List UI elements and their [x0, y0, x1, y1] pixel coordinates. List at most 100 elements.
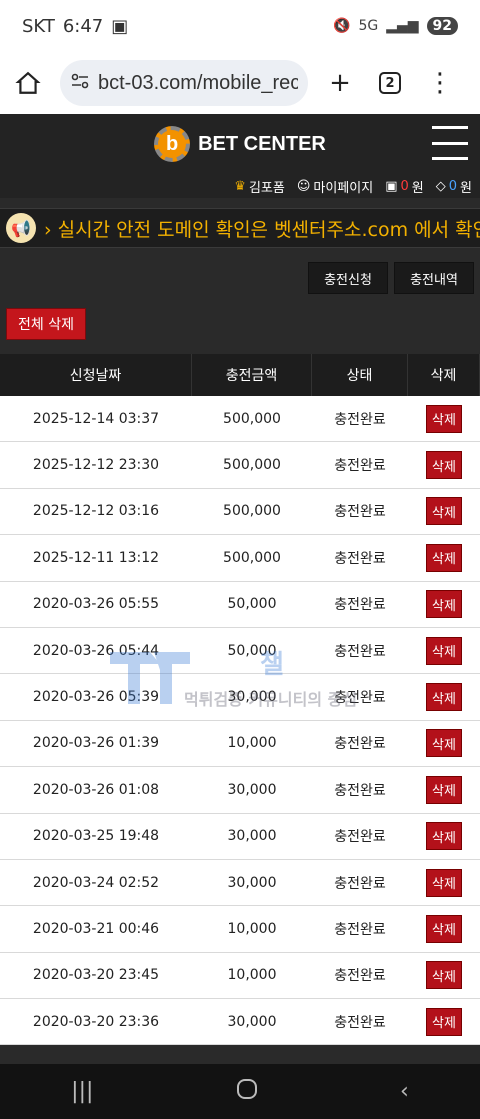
hamburger-menu-icon[interactable]: [432, 126, 468, 160]
cell-delete: 삭제: [408, 860, 480, 905]
cell-date: 2020-03-20 23:36: [32, 1013, 160, 1030]
diamond-icon: ◇: [435, 178, 446, 194]
cell-delete: 삭제: [408, 582, 480, 627]
cell-delete: 삭제: [408, 396, 480, 441]
delete-row-button[interactable]: 삭제: [426, 822, 462, 851]
cell-status: 충전완료: [334, 782, 386, 799]
home-icon[interactable]: [10, 65, 46, 101]
cell-amount: 50,000: [227, 642, 277, 659]
cell-date: 2020-03-26 01:08: [32, 781, 160, 798]
overflow-menu-icon[interactable]: ⋮: [422, 65, 458, 101]
charge-tabs: 충전신청 충전내역: [0, 248, 480, 308]
table-row: 2020-03-21 00:46 10,000 충전완료 삭제: [0, 906, 480, 953]
cell-status: 충전완료: [334, 458, 386, 475]
browser-toolbar: bct-03.com/mobile_rech + 2 ⋮: [0, 52, 480, 114]
cell-date: 2020-03-26 01:39: [32, 735, 160, 752]
delete-row-button[interactable]: 삭제: [426, 543, 462, 572]
table-row: 2020-03-25 19:48 30,000 충전완료 삭제: [0, 814, 480, 860]
brand-name: BET CENTER: [198, 132, 326, 155]
cell-amount: 10,000: [227, 967, 277, 984]
table-row: 2020-03-26 01:08 30,000 충전완료 삭제: [0, 767, 480, 814]
charge-request-button[interactable]: 충전신청: [308, 262, 388, 294]
mypage-label: 마이페이지: [313, 180, 374, 196]
logo-mark: b: [154, 126, 191, 162]
cell-delete: 삭제: [408, 535, 480, 580]
cell-date: 2025-12-12 03:16: [32, 503, 160, 520]
cell-status: 충전완료: [334, 597, 386, 614]
cell-status: 충전완료: [334, 550, 386, 567]
delete-row-button[interactable]: 삭제: [426, 590, 462, 619]
table-row: 2025-12-12 03:16 500,000 충전완료 삭제: [0, 489, 480, 536]
table-row: 2020-03-26 01:39 10,000 충전완료 삭제: [0, 721, 480, 768]
delete-row-button[interactable]: 삭제: [426, 451, 462, 480]
cell-delete: 삭제: [408, 721, 480, 766]
cell-delete: 삭제: [408, 674, 480, 719]
site-logo[interactable]: b BET CENTER: [154, 126, 326, 162]
mute-icon: 🔇: [333, 18, 351, 34]
cell-amount: 500,000: [223, 410, 281, 427]
cell-status: 충전완료: [334, 921, 386, 938]
cash-icon: ▣: [385, 178, 398, 194]
charge-history-button[interactable]: 충전내역: [394, 262, 474, 294]
cell-status: 충전완료: [334, 968, 386, 985]
site-settings-icon[interactable]: [70, 71, 90, 95]
recents-icon[interactable]: |||: [71, 1079, 93, 1104]
delete-row-button[interactable]: 삭제: [426, 775, 462, 804]
table-row: 2025-12-11 13:12 500,000 충전완료 삭제: [0, 535, 480, 582]
cell-status: 충전완료: [334, 411, 386, 428]
battery-indicator: 92: [426, 17, 458, 35]
delete-row-button[interactable]: 삭제: [426, 404, 462, 433]
table-row: 2025-12-12 23:30 500,000 충전완료 삭제: [0, 442, 480, 489]
delete-row-button[interactable]: 삭제: [426, 961, 462, 990]
system-nav-bar: ||| ‹: [0, 1064, 480, 1119]
screenshot-icon: ▣: [111, 15, 129, 37]
status-bar: SKT 6:47 ▣ 🔇 5G ▂▄▆ 92: [0, 0, 480, 52]
new-tab-icon[interactable]: +: [322, 65, 358, 101]
delete-row-button[interactable]: 삭제: [426, 868, 462, 897]
site-content: b BET CENTER ♛ 김포폼 ☺ 마이페이지 ▣ 0 원 ◇ 0 원 📢…: [0, 114, 480, 1064]
cell-status: 충전완료: [334, 643, 386, 660]
table-row: 2025-12-14 03:37 500,000 충전완료 삭제: [0, 396, 480, 443]
delete-all-button[interactable]: 전체 삭제: [6, 308, 86, 340]
cell-delete: 삭제: [408, 953, 480, 998]
mypage-link[interactable]: ☺ 마이페이지: [297, 177, 373, 196]
address-bar[interactable]: bct-03.com/mobile_rech: [60, 60, 308, 106]
megaphone-icon: 📢: [6, 213, 36, 243]
money-balance: ▣ 0 원: [385, 177, 424, 196]
signal-icon: ▂▄▆: [386, 18, 419, 34]
carrier-label: SKT: [22, 15, 55, 37]
cell-amount: 10,000: [227, 920, 277, 937]
header-status: 상태: [312, 354, 408, 396]
network-label: 5G: [358, 18, 379, 34]
cell-date: 2025-12-14 03:37: [32, 410, 160, 427]
cell-date: 2020-03-21 00:46: [32, 920, 160, 937]
money-value: 0: [400, 178, 409, 194]
cell-status: 충전완료: [334, 736, 386, 753]
user-name-item[interactable]: ♛ 김포폼: [234, 177, 285, 196]
back-icon[interactable]: ‹: [400, 1079, 409, 1104]
delete-row-button[interactable]: 삭제: [426, 683, 462, 712]
cell-status: 충전완료: [334, 1014, 386, 1031]
delete-row-button[interactable]: 삭제: [426, 729, 462, 758]
cell-date: 2025-12-12 23:30: [32, 457, 160, 474]
table-row: 2020-03-20 23:36 30,000 충전완료 삭제: [0, 999, 480, 1046]
crown-icon: ♛: [234, 178, 246, 194]
delete-row-button[interactable]: 삭제: [426, 497, 462, 526]
delete-row-button[interactable]: 삭제: [426, 914, 462, 943]
cell-amount: 500,000: [223, 503, 281, 520]
cell-amount: 10,000: [227, 735, 277, 752]
table-body: 2025-12-14 03:37 500,000 충전완료 삭제 2025-12-12 …: [0, 396, 480, 1046]
point-unit: 원: [460, 180, 472, 196]
user-name: 김포폼: [248, 180, 285, 196]
table-row: 2020-03-26 05:44 50,000 충전완료 삭제: [0, 628, 480, 675]
home-nav-icon[interactable]: [236, 1078, 258, 1106]
delete-row-button[interactable]: 삭제: [426, 636, 462, 665]
tab-switcher-button[interactable]: 2: [372, 65, 408, 101]
notice-text: › 실시간 안전 도메인 확인은 벳센터주소.com 에서 확인: [44, 218, 480, 241]
cell-status: 충전완료: [334, 504, 386, 521]
table-header: 신청날짜 충전금액 상태 삭제: [0, 354, 480, 396]
cell-amount: 30,000: [227, 874, 277, 891]
cell-date: 2020-03-24 02:52: [32, 874, 160, 891]
charge-history-table: 신청날짜 충전금액 상태 삭제 2025-12-14 03:37 500,000 충…: [0, 354, 480, 1046]
delete-row-button[interactable]: 삭제: [426, 1007, 462, 1036]
